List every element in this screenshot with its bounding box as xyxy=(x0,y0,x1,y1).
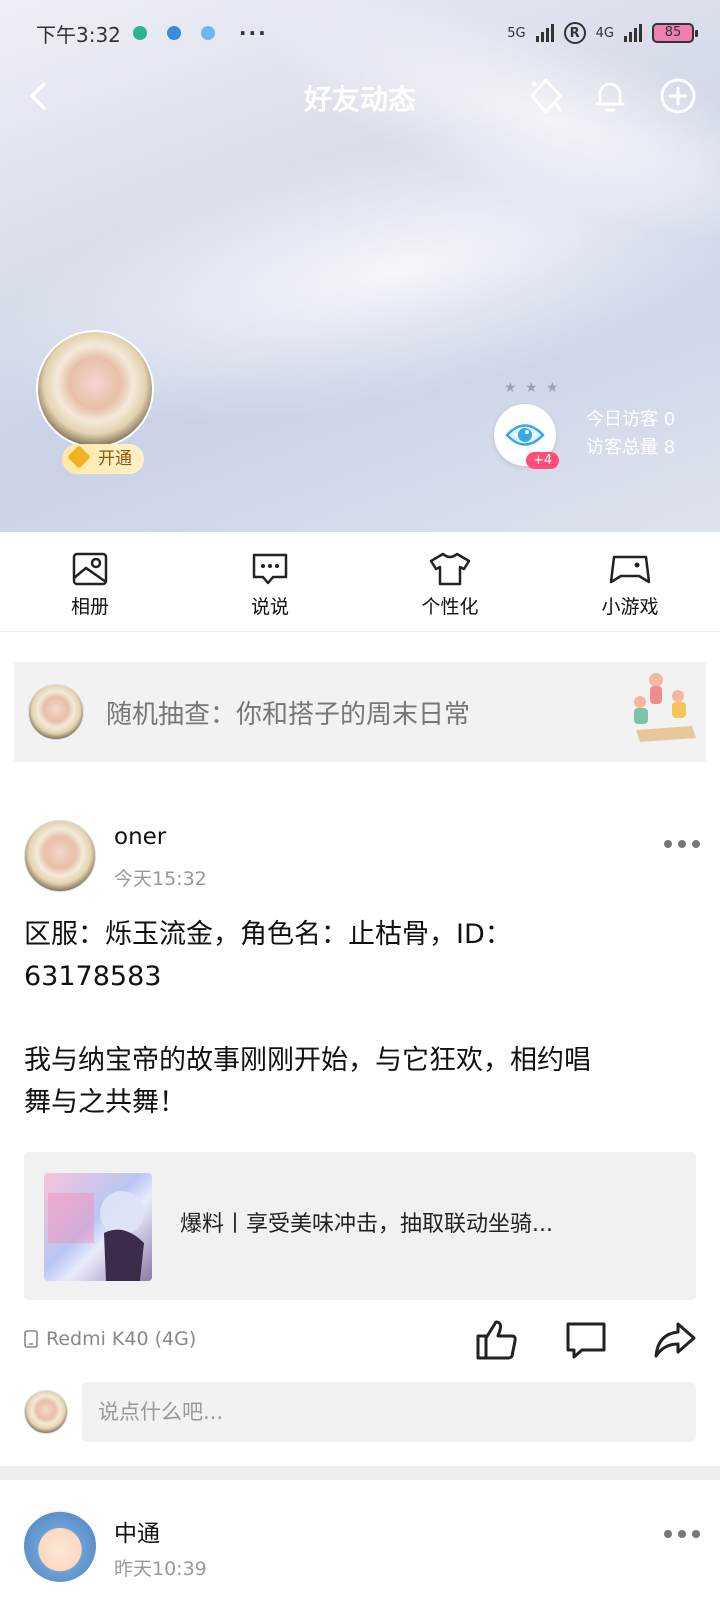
device-name: Redmi K40 (4G) xyxy=(46,1328,197,1350)
tab-photo-album[interactable]: 相册 xyxy=(0,532,180,631)
shared-link-card[interactable]: 爆料丨享受美味冲击，抽取联动坐骑... xyxy=(24,1152,696,1300)
network-5g-label: 5G xyxy=(507,25,526,41)
gamepad-icon xyxy=(609,555,651,584)
more-notifications-icon: ··· xyxy=(238,21,268,45)
tab-label: 说说 xyxy=(250,596,289,618)
tab-shuoshuo[interactable]: 说说 xyxy=(180,532,360,631)
friends-illustration-icon xyxy=(634,673,696,742)
link-thumbnail xyxy=(44,1173,152,1281)
network-4g-label: 4G xyxy=(595,25,614,41)
link-title: 爆料丨享受美味冲击，抽取联动坐骑... xyxy=(180,1212,553,1237)
visitor-stats[interactable]: 今日访客 0 访客总量 8 xyxy=(586,406,675,462)
signal-icon xyxy=(624,24,642,42)
share-icon[interactable] xyxy=(650,1316,698,1364)
banner-text: 随机抽查：你和搭子的周末日常 xyxy=(106,699,471,730)
bell-icon[interactable] xyxy=(588,74,632,118)
game-art-icon xyxy=(48,1191,144,1281)
tab-label: 相册 xyxy=(70,596,109,618)
status-bar: 下午3:32 ··· 5G R 4G 85 xyxy=(36,18,698,48)
device-info: Redmi K40 (4G) xyxy=(24,1328,196,1350)
post-timestamp: 昨天10:39 xyxy=(114,1558,207,1580)
user-avatar-small xyxy=(28,684,84,740)
tshirt-icon xyxy=(429,552,471,586)
random-topic-banner[interactable]: 随机抽查：你和搭子的周末日常 xyxy=(14,662,706,762)
registered-icon: R xyxy=(563,22,586,44)
photo-album-icon xyxy=(72,552,108,586)
user-avatar[interactable] xyxy=(36,330,154,448)
post-meta-row: Redmi K40 (4G) xyxy=(24,1316,704,1366)
add-circle-icon[interactable] xyxy=(656,74,700,118)
tab-mini-games[interactable]: 小游戏 xyxy=(540,532,720,631)
tab-personalize[interactable]: 个性化 xyxy=(360,532,540,631)
tab-label: 小游戏 xyxy=(601,596,659,618)
more-options-icon[interactable] xyxy=(664,1526,704,1542)
post-author-avatar[interactable] xyxy=(24,820,96,892)
post-timestamp: 今天15:32 xyxy=(114,868,207,890)
post-content: 区服：烁玉流金，角色名：止枯骨，ID： 63178583 我与纳宝帝的故事刚刚开… xyxy=(24,919,591,1118)
signal-icon xyxy=(535,24,554,42)
app-notification-icon xyxy=(132,26,147,40)
comment-row: 说点什么吧... xyxy=(24,1382,696,1444)
tab-label: 个性化 xyxy=(421,596,479,618)
app-notification-icon xyxy=(200,26,215,40)
post-author-avatar[interactable] xyxy=(24,1510,96,1582)
visitor-count-badge: +4 xyxy=(526,452,560,469)
phone-icon xyxy=(24,1330,38,1348)
stars-decoration: ★ ★ ★ xyxy=(504,380,561,396)
app-notification-icon xyxy=(166,26,181,40)
comment-icon[interactable] xyxy=(562,1316,610,1364)
post-author-name[interactable]: 中通 xyxy=(114,1514,160,1548)
nav-bar: 好友动态 xyxy=(0,66,720,130)
today-visitors: 今日访客 0 xyxy=(586,409,676,430)
post-header: 中通 昨天10:39 xyxy=(24,1506,704,1586)
quick-tabs: 相册 说说 个性化 小游戏 xyxy=(0,532,720,632)
total-visitors: 访客总量 8 xyxy=(586,437,676,458)
post-header: oner 今天15:32 xyxy=(24,816,704,896)
status-right: 5G R 4G 85 xyxy=(507,22,698,44)
comment-input[interactable]: 说点什么吧... xyxy=(82,1382,696,1442)
visitor-sparkle-icon[interactable] xyxy=(524,74,568,118)
more-options-icon[interactable] xyxy=(664,836,704,852)
commenter-avatar xyxy=(24,1390,68,1434)
chat-bubble-icon xyxy=(252,553,288,585)
post-author-name[interactable]: oner xyxy=(114,824,166,850)
vip-open-badge[interactable]: 开通 xyxy=(62,444,144,474)
like-icon[interactable] xyxy=(472,1316,520,1364)
status-time: 下午3:32 xyxy=(36,22,121,47)
eye-icon xyxy=(505,424,545,446)
feed-separator xyxy=(0,1466,720,1480)
battery-icon: 85 xyxy=(652,23,698,43)
